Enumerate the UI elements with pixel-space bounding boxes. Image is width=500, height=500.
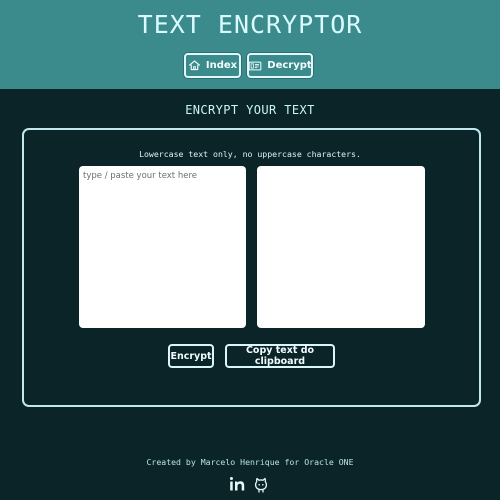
- site-header: TEXT ENCRYPTOR Index Decrypt: [0, 0, 500, 89]
- index-button[interactable]: Index: [184, 53, 241, 78]
- encrypt-button[interactable]: Encrypt: [168, 344, 214, 368]
- decrypt-icon: [248, 60, 262, 72]
- github-icon: [252, 475, 270, 497]
- page-title: ENCRYPT YOUR TEXT: [185, 103, 315, 117]
- copy-to-clipboard-button[interactable]: Copy text do clipboard: [225, 344, 335, 368]
- linkedin-link[interactable]: [228, 477, 247, 496]
- app-title: TEXT ENCRYPTOR: [137, 10, 363, 39]
- footer-credit: Created by Marcelo Henrique for Oracle O…: [146, 457, 354, 467]
- home-icon: [188, 59, 201, 72]
- social-links: [228, 475, 278, 497]
- output-text-area[interactable]: [257, 166, 425, 328]
- linkedin-icon: [229, 476, 247, 496]
- index-button-label: Index: [205, 60, 238, 71]
- decrypt-button[interactable]: Decrypt: [247, 53, 313, 78]
- github-link[interactable]: [251, 477, 270, 496]
- decrypt-button-label: Decrypt: [267, 60, 312, 71]
- input-text-area[interactable]: [79, 166, 246, 328]
- instruction-note: Lowercase text only, no uppercase charac…: [139, 149, 361, 159]
